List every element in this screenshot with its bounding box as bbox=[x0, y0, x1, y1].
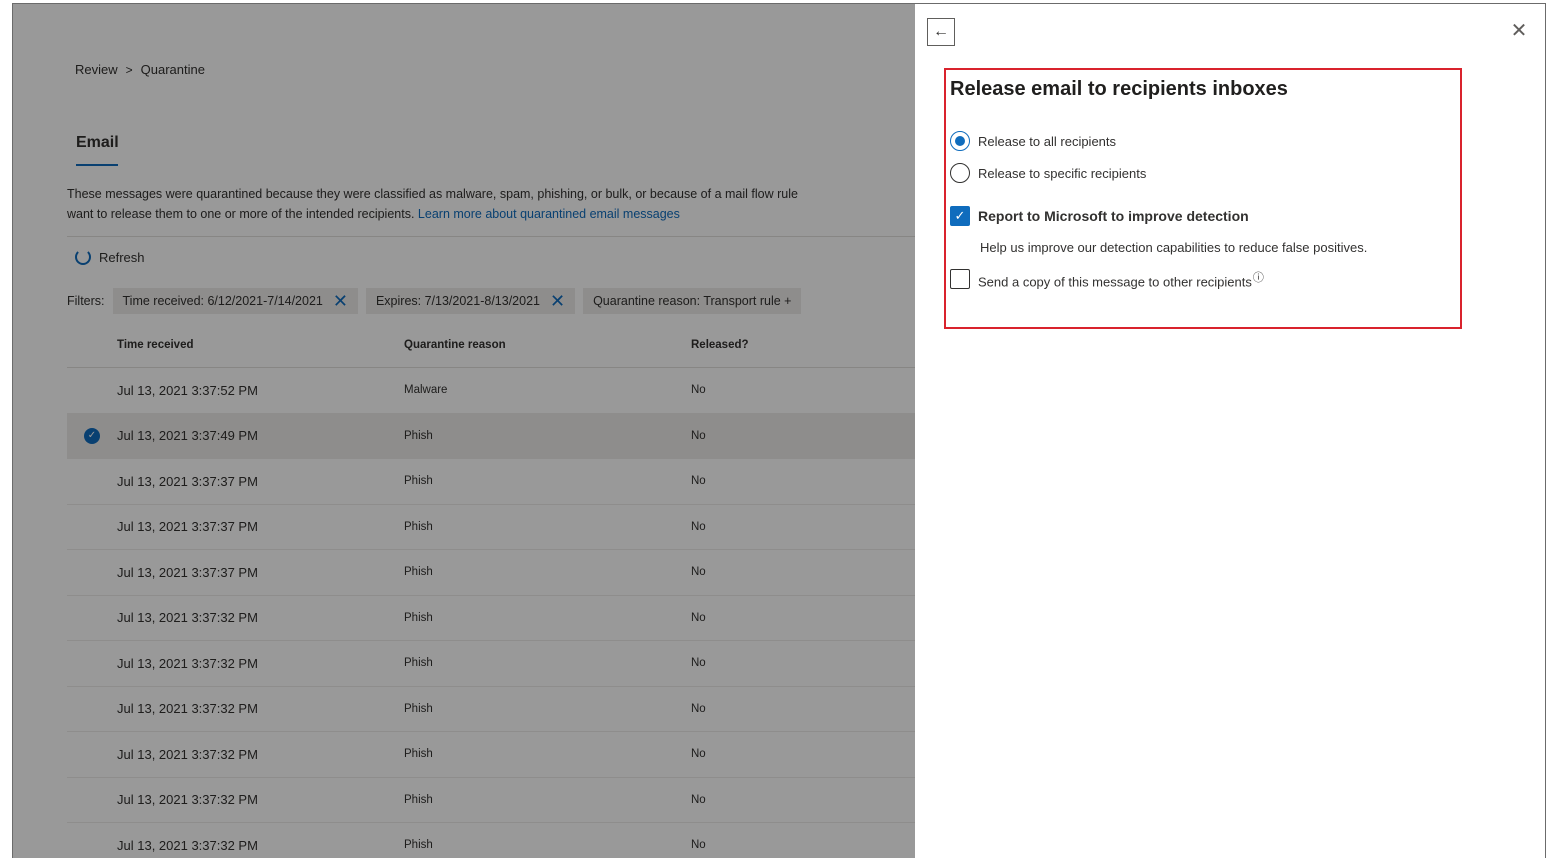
cell-released: No bbox=[691, 611, 706, 624]
refresh-button[interactable]: Refresh bbox=[75, 249, 145, 265]
table-row[interactable]: Jul 13, 2021 3:37:32 PM Phish No bbox=[67, 823, 915, 858]
table-row[interactable]: Jul 13, 2021 3:37:32 PM Phish No bbox=[67, 778, 915, 823]
column-header-quarantine-reason[interactable]: Quarantine reason bbox=[404, 339, 691, 351]
refresh-label: Refresh bbox=[99, 249, 145, 265]
cell-released: No bbox=[691, 384, 706, 397]
cell-time-received: Jul 13, 2021 3:37:49 PM bbox=[117, 428, 258, 444]
send-copy-checkbox[interactable] bbox=[950, 269, 970, 290]
cell-quarantine-reason: Phish bbox=[404, 748, 433, 761]
cell-quarantine-reason: Phish bbox=[404, 793, 433, 806]
breadcrumb-quarantine: Quarantine bbox=[140, 62, 205, 77]
learn-more-link[interactable]: Learn more about quarantined email messa… bbox=[418, 207, 680, 221]
filters-label: Filters: bbox=[67, 294, 105, 308]
release-specific-radio[interactable] bbox=[950, 163, 970, 183]
close-icon[interactable]: ✕ bbox=[333, 292, 348, 310]
table-row[interactable]: Jul 13, 2021 3:37:32 PM Phish No bbox=[67, 687, 915, 732]
report-checkbox[interactable]: ✓ bbox=[950, 206, 970, 226]
description-line-2: want to release them to one or more of t… bbox=[67, 207, 415, 221]
send-copy-label: Send a copy of this message to other rec… bbox=[978, 274, 1252, 290]
breadcrumb: Review > Quarantine bbox=[75, 62, 205, 77]
cell-released: No bbox=[691, 839, 706, 852]
description-line-1: These messages were quarantined because … bbox=[67, 187, 798, 201]
cell-quarantine-reason: Phish bbox=[404, 520, 433, 533]
table-row[interactable]: Jul 13, 2021 3:37:37 PM Phish No bbox=[67, 505, 915, 550]
cell-quarantine-reason: Phish bbox=[404, 702, 433, 715]
cell-time-received: Jul 13, 2021 3:37:37 PM bbox=[117, 519, 258, 535]
cell-time-received: Jul 13, 2021 3:37:32 PM bbox=[117, 746, 258, 762]
cell-quarantine-reason: Malware bbox=[404, 384, 448, 397]
filter-chip-time-received[interactable]: Time received: 6/12/2021-7/14/2021 ✕ bbox=[112, 288, 358, 314]
report-option[interactable]: ✓ Report to Microsoft to improve detecti… bbox=[950, 206, 1249, 226]
highlight-box bbox=[944, 68, 1462, 329]
cell-time-received: Jul 13, 2021 3:37:52 PM bbox=[117, 382, 258, 398]
row-select[interactable]: ✓ bbox=[67, 427, 117, 444]
release-email-panel: ← ✕ Release email to recipients inboxes … bbox=[915, 4, 1545, 858]
cell-quarantine-reason: Phish bbox=[404, 611, 433, 624]
selected-check-icon: ✓ bbox=[84, 427, 100, 444]
cell-released: No bbox=[691, 657, 706, 670]
release-specific-label: Release to specific recipients bbox=[978, 165, 1147, 181]
cell-time-received: Jul 13, 2021 3:37:32 PM bbox=[117, 792, 258, 808]
filter-chip-label: Quarantine reason: Transport rule + bbox=[593, 294, 792, 308]
table-row[interactable]: Jul 13, 2021 3:37:32 PM Phish No bbox=[67, 641, 915, 687]
cell-quarantine-reason: Phish bbox=[404, 475, 433, 488]
report-label: Report to Microsoft to improve detection bbox=[978, 208, 1249, 224]
panel-title: Release email to recipients inboxes bbox=[950, 78, 1288, 100]
cell-quarantine-reason: Phish bbox=[404, 429, 433, 442]
cell-released: No bbox=[691, 748, 706, 761]
checkmark-icon: ✓ bbox=[954, 208, 966, 223]
table-row[interactable]: Jul 13, 2021 3:37:37 PM Phish No bbox=[67, 459, 915, 505]
cell-released: No bbox=[691, 566, 706, 579]
filter-chip-expires[interactable]: Expires: 7/13/2021-8/13/2021 ✕ bbox=[365, 288, 576, 314]
cell-time-received: Jul 13, 2021 3:37:32 PM bbox=[117, 701, 258, 717]
table-row[interactable]: ✓ Jul 13, 2021 3:37:49 PM Phish No bbox=[67, 413, 915, 459]
table-row[interactable]: Jul 13, 2021 3:37:37 PM Phish No bbox=[67, 550, 915, 596]
report-help-text: Help us improve our detection capabiliti… bbox=[980, 240, 1368, 255]
column-header-released[interactable]: Released? bbox=[691, 339, 915, 351]
cell-quarantine-reason: Phish bbox=[404, 839, 433, 852]
breadcrumb-separator: > bbox=[125, 62, 133, 77]
refresh-icon bbox=[75, 249, 91, 265]
close-icon[interactable]: ✕ bbox=[550, 292, 565, 310]
filter-chip-label: Time received: 6/12/2021-7/14/2021 bbox=[122, 294, 323, 308]
page-description: These messages were quarantined because … bbox=[67, 184, 915, 224]
cell-released: No bbox=[691, 429, 706, 442]
column-header-time-received[interactable]: Time received bbox=[117, 339, 404, 351]
cell-time-received: Jul 13, 2021 3:37:32 PM bbox=[117, 655, 258, 671]
release-specific-option[interactable]: Release to specific recipients bbox=[950, 163, 1146, 183]
app-frame: Review > Quarantine Email These messages… bbox=[12, 3, 1546, 858]
cell-time-received: Jul 13, 2021 3:37:32 PM bbox=[117, 610, 258, 626]
table-row[interactable]: Jul 13, 2021 3:37:32 PM Phish No bbox=[67, 596, 915, 641]
send-copy-option[interactable]: Send a copy of this message to other rec… bbox=[950, 269, 1264, 289]
release-all-label: Release to all recipients bbox=[978, 133, 1117, 149]
cell-released: No bbox=[691, 520, 706, 533]
table-row[interactable]: Jul 13, 2021 3:37:32 PM Phish No bbox=[67, 732, 915, 778]
filter-chip-label: Expires: 7/13/2021-8/13/2021 bbox=[375, 294, 540, 308]
cell-time-received: Jul 13, 2021 3:37:37 PM bbox=[117, 473, 258, 489]
table-row[interactable]: Jul 13, 2021 3:37:52 PM Malware No bbox=[67, 368, 915, 414]
table-header: Time received Quarantine reason Released… bbox=[67, 322, 915, 368]
divider bbox=[67, 236, 915, 237]
release-all-option[interactable]: Release to all recipients bbox=[950, 131, 1116, 151]
release-all-radio[interactable] bbox=[950, 131, 970, 151]
close-icon: ✕ bbox=[1510, 19, 1528, 42]
quarantine-page: Review > Quarantine Email These messages… bbox=[13, 4, 915, 858]
breadcrumb-review[interactable]: Review bbox=[75, 62, 118, 77]
back-arrow-icon: ← bbox=[933, 23, 949, 40]
cell-time-received: Jul 13, 2021 3:37:37 PM bbox=[117, 564, 258, 580]
filter-chip-quarantine-reason[interactable]: Quarantine reason: Transport rule + bbox=[583, 288, 802, 314]
filters-bar: Filters: Time received: 6/12/2021-7/14/2… bbox=[67, 288, 802, 314]
cell-quarantine-reason: Phish bbox=[404, 566, 433, 579]
cell-time-received: Jul 13, 2021 3:37:32 PM bbox=[117, 837, 258, 853]
back-button[interactable]: ← bbox=[927, 18, 955, 46]
tab-underline bbox=[76, 164, 118, 166]
cell-quarantine-reason: Phish bbox=[404, 657, 433, 670]
cell-released: No bbox=[691, 475, 706, 488]
cell-released: No bbox=[691, 702, 706, 715]
info-icon[interactable]: ⓘ bbox=[1253, 272, 1264, 284]
tab-email[interactable]: Email bbox=[76, 134, 119, 152]
close-button[interactable]: ✕ bbox=[1507, 18, 1531, 42]
quarantine-table: Time received Quarantine reason Released… bbox=[67, 322, 915, 858]
cell-released: No bbox=[691, 793, 706, 806]
